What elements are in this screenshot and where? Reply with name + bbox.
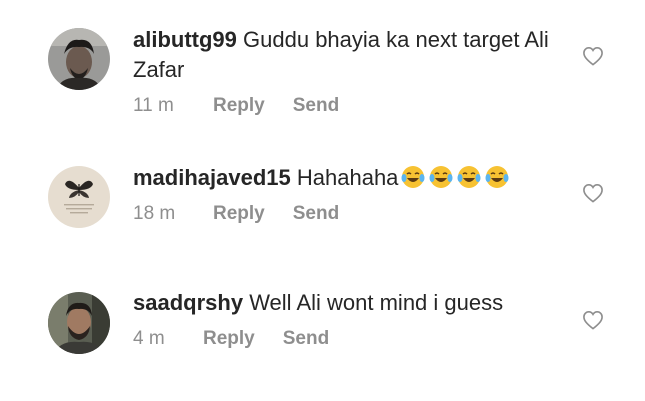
face-with-tears-of-joy-icon [457, 166, 481, 188]
comment-meta: 4 m Reply Send [133, 328, 553, 350]
face-with-tears-of-joy-icon [401, 166, 425, 188]
reply-button[interactable]: Reply [213, 203, 265, 225]
comment-text: saadqrshy Well Ali wont mind i guess [133, 288, 553, 318]
reply-button[interactable]: Reply [203, 328, 255, 350]
avatar[interactable] [48, 28, 110, 90]
comment-username[interactable]: saadqrshy [133, 290, 243, 315]
send-button[interactable]: Send [293, 203, 339, 225]
comment-username[interactable]: madihajaved15 [133, 165, 291, 190]
comment-message: Hahahaha [296, 165, 399, 190]
heart-outline-icon[interactable] [582, 46, 604, 66]
comment-username[interactable]: alibuttg99 [133, 27, 237, 52]
comment-body: madihajaved15 Hahahaha 18 m Reply Send [133, 163, 553, 225]
reply-button[interactable]: Reply [213, 95, 265, 117]
comment-message: Well Ali wont mind i guess [249, 290, 504, 315]
comment-time: 4 m [133, 328, 165, 349]
man-beard-avatar-icon [48, 292, 110, 354]
face-with-tears-of-joy-icon [429, 166, 453, 188]
comment-text: alibuttg99 Guddu bhayia ka next target A… [133, 25, 553, 85]
comment-meta: 18 m Reply Send [133, 203, 553, 225]
comment-body: saadqrshy Well Ali wont mind i guess 4 m… [133, 288, 553, 350]
man-dark-hair-avatar-icon [48, 28, 110, 90]
send-button[interactable]: Send [293, 95, 339, 117]
comment-meta: 11 m Reply Send [133, 95, 553, 117]
butterfly-avatar-icon [48, 166, 110, 228]
face-with-tears-of-joy-icon [485, 166, 509, 188]
send-button[interactable]: Send [283, 328, 329, 350]
heart-outline-icon[interactable] [582, 310, 604, 330]
heart-outline-icon[interactable] [582, 183, 604, 203]
comment-time: 18 m [133, 203, 176, 224]
comment-time: 11 m [133, 95, 174, 116]
comment-text: madihajaved15 Hahahaha [133, 163, 553, 193]
avatar[interactable] [48, 292, 110, 354]
emoji-group [398, 165, 510, 190]
avatar[interactable] [48, 166, 110, 228]
comment-body: alibuttg99 Guddu bhayia ka next target A… [133, 25, 553, 117]
